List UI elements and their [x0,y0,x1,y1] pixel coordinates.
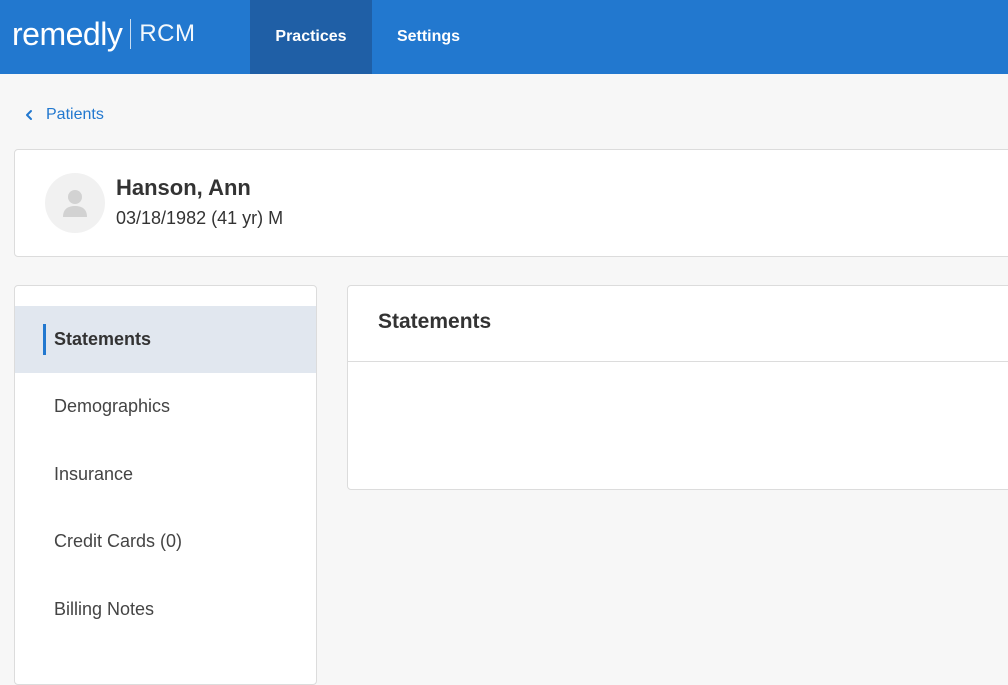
logo-wordmark: remedly [12,16,123,52]
app-logo[interactable]: remedly RCM [12,14,195,54]
sidenav-item-label: Credit Cards (0) [54,531,183,551]
patient-header-card: Hanson, Ann 03/18/1982 (41 yr) M [14,149,1008,257]
patient-name: Hanson, Ann [116,175,251,200]
sidenav-item-insurance[interactable]: Insurance [15,441,316,508]
back-to-patients-link[interactable]: Patients [22,103,104,127]
sidenav-item-billing-notes[interactable]: Billing Notes [15,576,316,643]
sidenav-item-label: Insurance [54,464,134,484]
top-navigation-bar: remedly RCM Practices Settings [0,0,1008,74]
panel-title: Statements [378,310,492,333]
chevron-left-icon [26,110,32,120]
nav-tab-label: Practices [275,28,347,45]
sidenav-item-demographics[interactable]: Demographics [15,373,316,440]
patient-section-nav: Statements Demographics Insurance Credit… [14,285,317,685]
patient-demographics-summary: 03/18/1982 (41 yr) M [116,208,284,228]
sidenav-item-statements[interactable]: Statements [15,306,316,373]
back-link-label: Patients [46,106,104,123]
panel-header: Statements [348,286,1008,362]
sidenav-item-credit-cards[interactable]: Credit Cards (0) [15,508,316,575]
nav-tab-settings[interactable]: Settings [380,0,477,74]
nav-tab-practices[interactable]: Practices [250,0,372,74]
sidenav-item-label: Demographics [54,396,171,416]
user-placeholder-icon [63,190,87,217]
nav-tab-label: Settings [396,28,461,45]
logo-divider [130,19,132,49]
sidenav-item-label: Statements [54,329,152,349]
logo-product-name: RCM [139,20,196,47]
avatar [45,173,105,233]
statements-panel: Statements [347,285,1008,490]
sidenav-item-label: Billing Notes [54,599,155,619]
